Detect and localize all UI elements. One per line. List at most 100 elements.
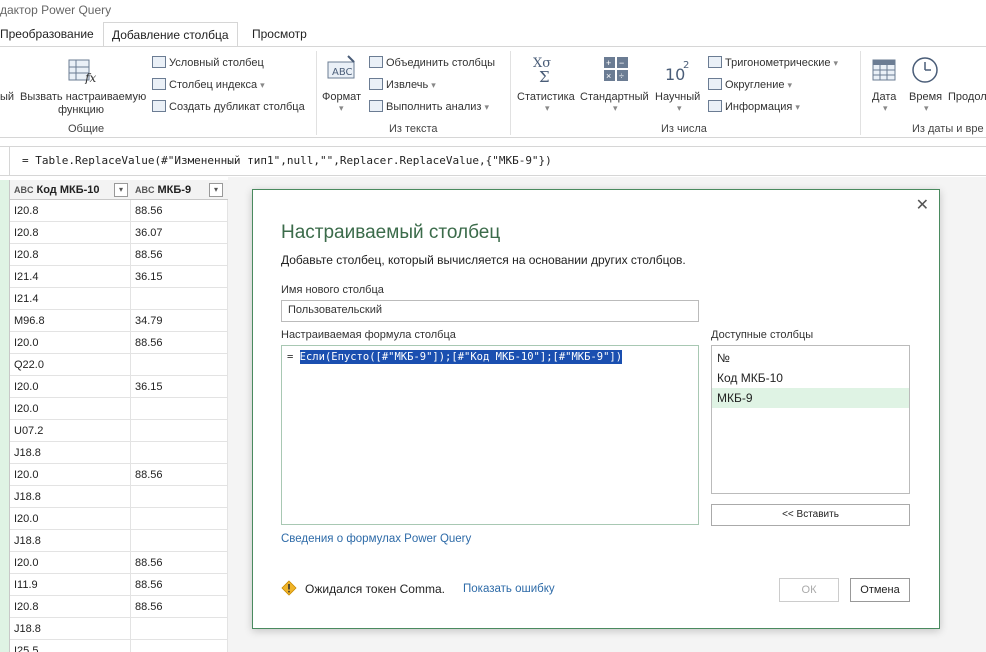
close-icon[interactable]: ✕ — [916, 195, 929, 215]
cell-kod-mkb10[interactable]: U07.2 — [10, 420, 131, 442]
table-row[interactable]: I20.0 — [10, 398, 228, 420]
statistics-button[interactable]: Статистика — [517, 91, 575, 103]
cell-kod-mkb10[interactable]: I20.0 — [10, 552, 131, 574]
format-button[interactable]: Формат — [322, 91, 361, 103]
ok-button[interactable]: ОК — [779, 578, 839, 602]
cell-mkb9[interactable] — [131, 640, 228, 652]
table-row[interactable]: I20.8 88.56 — [10, 596, 228, 618]
index-column-button[interactable]: Столбец индекса ▾ — [152, 78, 265, 91]
cell-kod-mkb10[interactable]: I20.8 — [10, 222, 131, 244]
table-row[interactable]: M96.8 34.79 — [10, 310, 228, 332]
cell-mkb9[interactable] — [131, 420, 228, 442]
table-row[interactable]: I21.4 36.15 — [10, 266, 228, 288]
cell-mkb9[interactable] — [131, 288, 228, 310]
cell-mkb9[interactable] — [131, 398, 228, 420]
time-button[interactable]: Время — [909, 91, 942, 103]
invoke-custom-function-button[interactable]: Вызвать настраиваемую — [20, 91, 146, 103]
cell-mkb9[interactable]: 36.15 — [131, 266, 228, 288]
table-row[interactable]: J18.8 — [10, 486, 228, 508]
cell-kod-mkb10[interactable]: I21.4 — [10, 266, 131, 288]
formula-selected-text[interactable]: Если(Епусто([#"МКБ-9"]);[#"Код МКБ-10"];… — [299, 350, 623, 364]
cell-mkb9[interactable]: 88.56 — [131, 200, 228, 222]
cell-mkb9[interactable]: 88.56 — [131, 552, 228, 574]
cell-mkb9[interactable]: 88.56 — [131, 332, 228, 354]
show-error-link[interactable]: Показать ошибку — [463, 583, 555, 595]
scientific-button[interactable]: Научный — [655, 91, 700, 103]
formula-editor[interactable]: = Если(Епусто([#"МКБ-9"]);[#"Код МКБ-10"… — [281, 345, 699, 525]
cell-mkb9[interactable] — [131, 486, 228, 508]
column-header-mkb9[interactable]: ABC МКБ-9 — [135, 180, 191, 200]
cell-mkb9[interactable] — [131, 354, 228, 376]
table-row[interactable]: Q22.0 — [10, 354, 228, 376]
table-row[interactable]: J18.8 — [10, 530, 228, 552]
table-row[interactable]: I25.5 — [10, 640, 228, 652]
cell-kod-mkb10[interactable]: I20.0 — [10, 464, 131, 486]
date-button[interactable]: Дата — [872, 91, 896, 103]
table-row[interactable]: I20.8 36.07 — [10, 222, 228, 244]
cut-button-label[interactable]: ый — [0, 91, 14, 103]
column-header-kod-mkb10[interactable]: ABC Код МКБ-10 — [14, 180, 100, 200]
table-row[interactable]: I20.8 88.56 — [10, 244, 228, 266]
cell-kod-mkb10[interactable]: J18.8 — [10, 486, 131, 508]
table-row[interactable]: I20.0 36.15 — [10, 376, 228, 398]
information-button[interactable]: Информация ▾ — [708, 100, 800, 113]
tab-transform[interactable]: Преобразование — [0, 22, 102, 46]
table-row[interactable]: J18.8 — [10, 442, 228, 464]
cell-mkb9[interactable] — [131, 530, 228, 552]
cell-kod-mkb10[interactable]: J18.8 — [10, 618, 131, 640]
trigonometry-button[interactable]: Тригонометрические ▾ — [708, 56, 838, 69]
formula-help-link[interactable]: Сведения о формулах Power Query — [281, 533, 471, 545]
cell-kod-mkb10[interactable]: I20.8 — [10, 200, 131, 222]
cell-mkb9[interactable]: 88.56 — [131, 244, 228, 266]
cell-mkb9[interactable]: 36.07 — [131, 222, 228, 244]
cell-kod-mkb10[interactable]: I21.4 — [10, 288, 131, 310]
available-column-item[interactable]: Код МКБ-10 — [712, 368, 909, 388]
table-row[interactable]: I20.0 88.56 — [10, 464, 228, 486]
cell-mkb9[interactable]: 88.56 — [131, 464, 228, 486]
filter-dropdown-icon[interactable]: ▾ — [209, 183, 223, 197]
table-row[interactable]: I11.9 88.56 — [10, 574, 228, 596]
cell-mkb9[interactable]: 88.56 — [131, 574, 228, 596]
parse-button[interactable]: Выполнить анализ ▾ — [369, 100, 489, 113]
insert-button[interactable]: << Вставить — [711, 504, 910, 526]
cell-kod-mkb10[interactable]: I11.9 — [10, 574, 131, 596]
cell-kod-mkb10[interactable]: J18.8 — [10, 442, 131, 464]
cell-kod-mkb10[interactable]: I20.8 — [10, 596, 131, 618]
available-column-item-selected[interactable]: МКБ-9 — [712, 388, 909, 408]
cell-kod-mkb10[interactable]: I20.0 — [10, 332, 131, 354]
cell-mkb9[interactable] — [131, 442, 228, 464]
formula-bar-input[interactable]: = Table.ReplaceValue(#"Измененный тип1",… — [22, 154, 552, 167]
cell-kod-mkb10[interactable]: I20.0 — [10, 398, 131, 420]
table-row[interactable]: I20.0 88.56 — [10, 332, 228, 354]
rounding-button[interactable]: Округление ▾ — [708, 78, 792, 91]
cell-mkb9[interactable]: 36.15 — [131, 376, 228, 398]
new-column-name-input[interactable]: Пользовательский — [281, 300, 699, 322]
cancel-button[interactable]: Отмена — [850, 578, 910, 602]
tab-view[interactable]: Просмотр — [244, 22, 315, 46]
cell-kod-mkb10[interactable]: I20.8 — [10, 244, 131, 266]
table-row[interactable]: I20.8 88.56 — [10, 200, 228, 222]
cell-kod-mkb10[interactable]: I20.0 — [10, 508, 131, 530]
table-row[interactable]: I21.4 — [10, 288, 228, 310]
cell-mkb9[interactable] — [131, 508, 228, 530]
extract-button[interactable]: Извлечь ▾ — [369, 78, 436, 91]
cell-kod-mkb10[interactable]: Q22.0 — [10, 354, 131, 376]
cell-kod-mkb10[interactable]: I25.5 — [10, 640, 131, 652]
table-row[interactable]: I20.0 — [10, 508, 228, 530]
duplicate-column-button[interactable]: Создать дубликат столбца — [152, 100, 305, 113]
duration-button[interactable]: Продол — [948, 91, 986, 103]
table-row[interactable]: I20.0 88.56 — [10, 552, 228, 574]
cell-mkb9[interactable]: 34.79 — [131, 310, 228, 332]
conditional-column-button[interactable]: Условный столбец — [152, 56, 264, 69]
cell-mkb9[interactable] — [131, 618, 228, 640]
cell-kod-mkb10[interactable]: J18.8 — [10, 530, 131, 552]
available-column-item[interactable]: № — [712, 348, 909, 368]
filter-dropdown-icon[interactable]: ▾ — [114, 183, 128, 197]
cell-kod-mkb10[interactable]: M96.8 — [10, 310, 131, 332]
merge-columns-button[interactable]: Объединить столбцы — [369, 56, 495, 69]
table-row[interactable]: U07.2 — [10, 420, 228, 442]
standard-button[interactable]: Стандартный — [580, 91, 649, 103]
cell-kod-mkb10[interactable]: I20.0 — [10, 376, 131, 398]
cell-mkb9[interactable]: 88.56 — [131, 596, 228, 618]
table-row[interactable]: J18.8 — [10, 618, 228, 640]
